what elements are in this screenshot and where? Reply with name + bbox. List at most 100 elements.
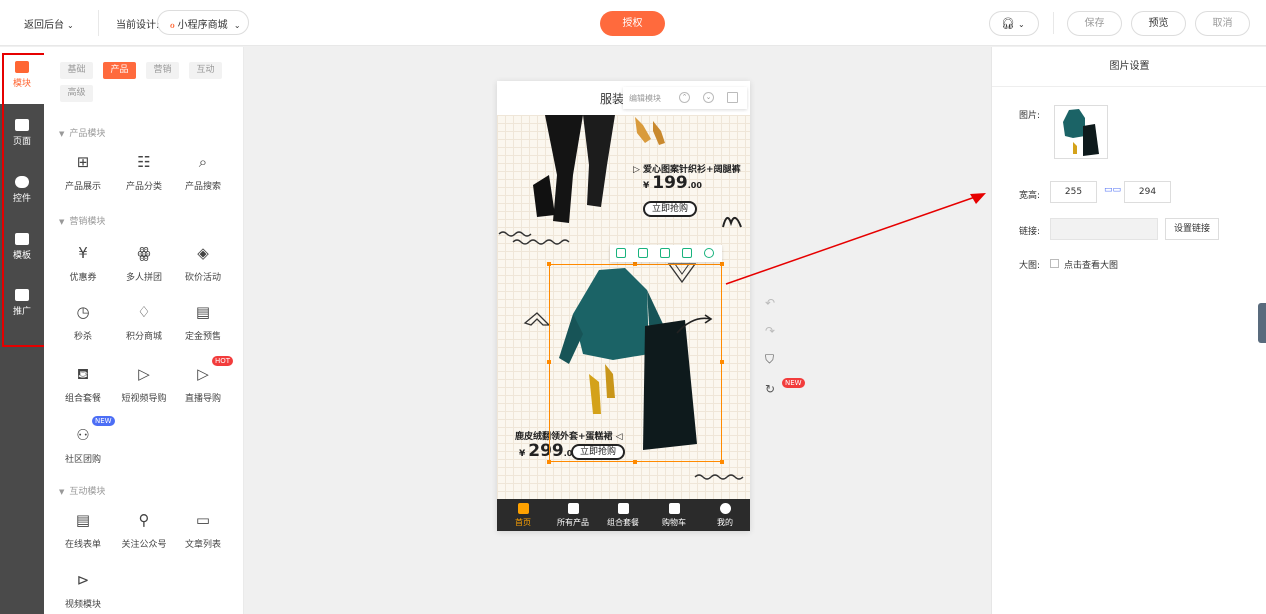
crop-icon[interactable]: [660, 248, 670, 258]
set-link-button[interactable]: 设置链接: [1165, 218, 1219, 240]
module-label: 定金预售: [184, 332, 221, 342]
redo-icon[interactable]: ↷: [765, 324, 775, 338]
design-select[interactable]: ℴ 小程序商城 ⌄: [157, 10, 249, 35]
module-short-video[interactable]: ▷ 短视频导购: [114, 365, 174, 404]
module-points-mall[interactable]: ♢ 积分商城: [114, 303, 174, 342]
module-live[interactable]: ▷ 直播导购: [173, 365, 233, 404]
cancel-button[interactable]: 取消: [1195, 11, 1250, 36]
module-product-search[interactable]: ⌕ 产品搜索: [173, 153, 233, 192]
home-icon: [517, 503, 529, 514]
module-label: 组合套餐: [64, 394, 101, 404]
image-label: 图片:: [1019, 111, 1041, 121]
bag-icon: ⛾: [76, 365, 90, 383]
product1-image[interactable]: [525, 115, 635, 227]
undo-icon[interactable]: ↶: [765, 296, 775, 310]
module-label: 产品搜索: [184, 182, 221, 192]
module-follow-account[interactable]: ⚲ 关注公众号: [114, 511, 174, 550]
module-group-buy[interactable]: ꙮ 多人拼团: [114, 244, 174, 283]
image-thumbnail[interactable]: [1054, 105, 1108, 159]
live-tv-icon: ▷: [197, 365, 209, 383]
big-image-checkbox[interactable]: [1050, 259, 1059, 268]
module-community-buy[interactable]: ⚇ 社区团购: [53, 426, 113, 465]
tab-basic[interactable]: 基础: [60, 62, 93, 79]
module-label: 秒杀: [73, 332, 92, 342]
tab-advanced[interactable]: 高级: [60, 85, 93, 102]
chevron-down-icon: ⌄: [233, 21, 241, 30]
big-image-label: 大图:: [1019, 261, 1041, 271]
save-button[interactable]: 保存: [1067, 11, 1122, 36]
resize-handle[interactable]: [633, 262, 637, 266]
resize-handle[interactable]: [720, 360, 724, 364]
big-image-checkbox-label[interactable]: 点击查看大图: [1064, 258, 1118, 271]
module-label: 产品分类: [125, 182, 162, 192]
export-icon[interactable]: [682, 248, 692, 258]
tab-interactive[interactable]: 互动: [189, 62, 222, 79]
tab-label: 组合套餐: [607, 518, 639, 527]
section-title-product[interactable]: ▼ 产品模块: [59, 126, 105, 139]
module-bundle[interactable]: ⛾ 组合套餐: [53, 365, 113, 404]
link-input[interactable]: [1050, 218, 1158, 240]
refresh-icon[interactable]: ↻: [765, 382, 775, 396]
decor-wave: [694, 474, 744, 480]
module-label: 视频模块: [64, 600, 101, 610]
edit-module-button[interactable]: 编辑模块: [629, 94, 661, 103]
section-title-text: 互动模块: [69, 487, 106, 497]
resize-handle[interactable]: [547, 460, 551, 464]
tab-cart[interactable]: 购物车: [649, 499, 699, 528]
module-label: 砍价活动: [184, 273, 221, 283]
new-badge: NEW: [782, 378, 805, 388]
caret-down-icon: ▼: [59, 218, 65, 226]
preview-button[interactable]: 预览: [1131, 11, 1186, 36]
link-ratio-icon[interactable]: ▭▭: [1104, 185, 1121, 195]
module-product-display[interactable]: ⊞ 产品展示: [53, 153, 113, 192]
tab-mine[interactable]: 我的: [700, 499, 750, 528]
community-icon: ⚇: [76, 426, 90, 444]
module-coupon[interactable]: ¥ 优惠券: [53, 244, 113, 283]
module-article-list[interactable]: ▭ 文章列表: [173, 511, 233, 550]
resize-handle[interactable]: [633, 460, 637, 464]
move-up-icon[interactable]: ⌃: [679, 92, 690, 103]
back-to-admin-button[interactable]: 返回后台 ⌄: [24, 16, 74, 31]
replace-image-icon[interactable]: [616, 248, 626, 258]
annotation-arrow: [725, 193, 986, 285]
resize-handle[interactable]: [720, 460, 724, 464]
tab-all-products[interactable]: 所有产品: [548, 499, 598, 528]
section-title-marketing[interactable]: ▼ 营销模块: [59, 214, 105, 227]
selection-frame[interactable]: [549, 264, 722, 462]
tab-label: 首页: [515, 518, 531, 527]
resize-handle[interactable]: [547, 262, 551, 266]
settings-icon[interactable]: [704, 248, 714, 258]
module-product-category[interactable]: ☷ 产品分类: [114, 153, 174, 192]
tab-home[interactable]: 首页: [498, 499, 548, 528]
move-down-icon[interactable]: ⌄: [703, 92, 714, 103]
expand-icon[interactable]: [638, 248, 648, 258]
module-presale[interactable]: ▤ 定金预售: [173, 303, 233, 342]
module-label: 积分商城: [125, 332, 162, 342]
width-input[interactable]: 255: [1050, 181, 1097, 203]
caret-down-icon: ▼: [59, 488, 65, 496]
image-settings-panel: 图片设置 图片: 宽高: 255 ▭▭ 294 链接: 设置链接 大图: 点击查…: [991, 47, 1266, 614]
panel-title: 图片设置: [992, 47, 1266, 87]
module-flash-sale[interactable]: ◷ 秒杀: [53, 303, 113, 342]
height-input[interactable]: 294: [1124, 181, 1171, 203]
size-label: 宽高:: [1019, 191, 1041, 201]
resize-handle[interactable]: [547, 360, 551, 364]
group-icon: ꙮ: [137, 244, 151, 262]
section-title-interactive[interactable]: ▼ 互动模块: [59, 484, 105, 497]
theme-shirt-icon[interactable]: ⛉: [765, 352, 774, 367]
authorize-button[interactable]: 授权: [600, 11, 665, 36]
delete-icon[interactable]: [727, 92, 738, 103]
current-design-label: 当前设计:: [116, 20, 160, 31]
clipboard-icon: ▤: [75, 511, 91, 529]
tab-product[interactable]: 产品: [103, 62, 136, 79]
tab-marketing[interactable]: 营销: [146, 62, 179, 79]
back-label: 返回后台: [24, 20, 64, 31]
customer-service-button[interactable]: 🎧︎ ⌄: [989, 11, 1039, 36]
tab-bundle[interactable]: 组合套餐: [598, 499, 648, 528]
tab-label: 所有产品: [557, 518, 589, 527]
buy-now-button[interactable]: 立即抢购: [643, 201, 697, 217]
module-video[interactable]: ⊳ 视频模块: [53, 571, 113, 610]
module-bargain[interactable]: ◈ 砍价活动: [173, 244, 233, 283]
module-online-form[interactable]: ▤ 在线表单: [53, 511, 113, 550]
side-feedback-tab[interactable]: [1258, 303, 1266, 343]
